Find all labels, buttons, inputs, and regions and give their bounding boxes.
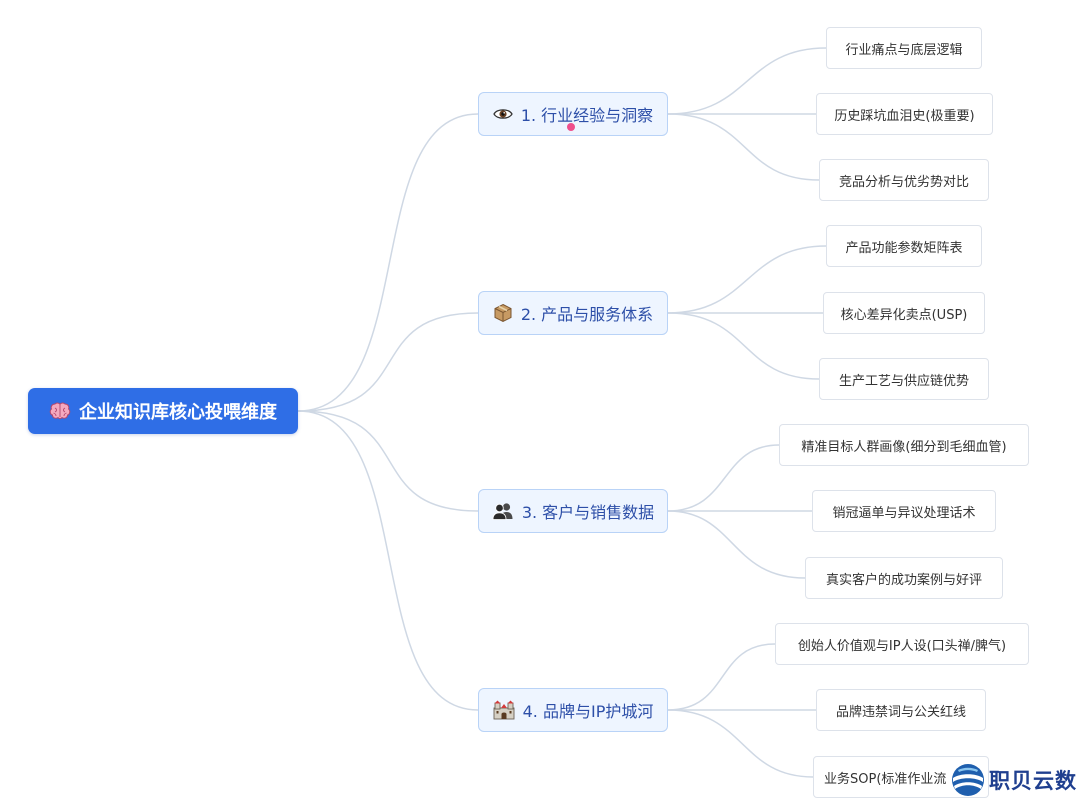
root-label: 企业知识库核心投喂维度 — [79, 402, 277, 423]
users-icon — [492, 502, 514, 520]
edge-branch-1-leaf-3 — [667, 113, 820, 181]
leaf-node[interactable]: 生产工艺与供应链优势 — [819, 358, 989, 400]
leaf-node[interactable]: 精准目标人群画像(细分到毛细血管) — [779, 424, 1029, 466]
edge-branch-4-leaf-3 — [667, 709, 814, 778]
edge-root-branch-4 — [297, 410, 479, 711]
watermark: 职贝云数 — [950, 760, 1077, 800]
leaf-node[interactable]: 行业痛点与底层逻辑 — [826, 27, 982, 69]
branch-node-product-service[interactable]: 2. 产品与服务体系 — [478, 291, 668, 335]
branch-label: 2. 产品与服务体系 — [520, 305, 654, 324]
edge-branch-1-leaf-1 — [667, 47, 827, 115]
branch-label: 3. 客户与销售数据 — [521, 503, 655, 522]
leaf-node[interactable]: 历史踩坑血泪史(极重要) — [816, 93, 993, 135]
edge-branch-4-leaf-1 — [667, 643, 776, 711]
edge-branch-3-leaf-3 — [667, 510, 806, 579]
edge-root-branch-1 — [297, 113, 479, 412]
cursor-dot — [567, 123, 575, 131]
package-icon — [493, 303, 513, 323]
edge-branch-2-leaf-3 — [667, 312, 820, 380]
leaf-node[interactable]: 真实客户的成功案例与好评 — [805, 557, 1003, 599]
edge-root-branch-2 — [297, 312, 479, 412]
root-node[interactable]: 企业知识库核心投喂维度 — [28, 388, 298, 434]
branch-label: 4. 品牌与IP护城河 — [522, 702, 654, 721]
leaf-node[interactable]: 创始人价值观与IP人设(口头禅/脾气) — [775, 623, 1029, 665]
globe-logo-icon — [952, 764, 984, 796]
edge-branch-3-leaf-1 — [667, 444, 780, 512]
eye-icon — [493, 107, 513, 121]
edge-branch-2-leaf-1 — [667, 245, 827, 314]
leaf-node[interactable]: 销冠逼单与异议处理话术 — [812, 490, 996, 532]
castle-icon — [493, 700, 515, 720]
branch-label: 1. 行业经验与洞察 — [520, 106, 654, 125]
leaf-node[interactable]: 竞品分析与优劣势对比 — [819, 159, 989, 201]
branch-node-brand-ip[interactable]: 4. 品牌与IP护城河 — [478, 688, 668, 732]
watermark-text: 职贝云数 — [989, 769, 1077, 793]
leaf-node[interactable]: 核心差异化卖点(USP) — [823, 292, 985, 334]
leaf-node[interactable]: 品牌违禁词与公关红线 — [816, 689, 986, 731]
brain-icon — [49, 402, 71, 420]
branch-node-customer-sales[interactable]: 3. 客户与销售数据 — [478, 489, 668, 533]
leaf-node[interactable]: 产品功能参数矩阵表 — [826, 225, 982, 267]
edge-root-branch-3 — [297, 410, 479, 512]
